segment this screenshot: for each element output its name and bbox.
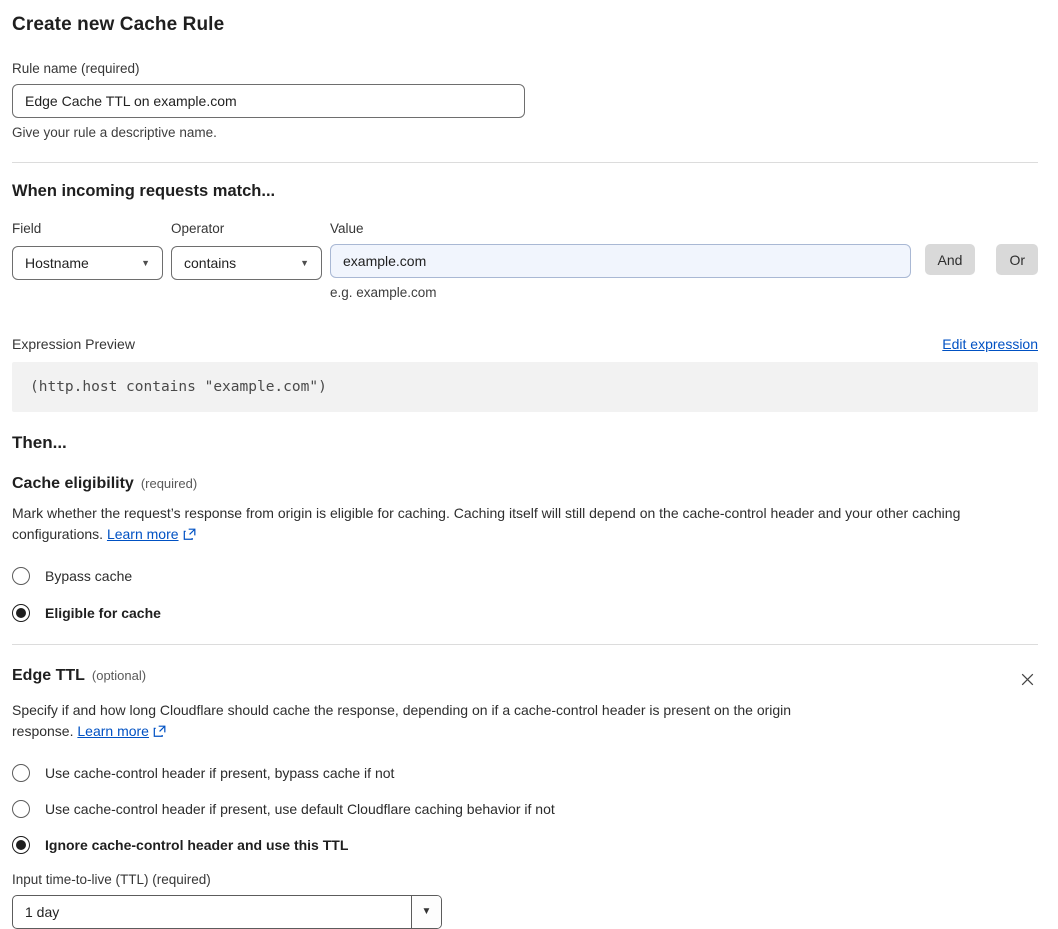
and-or-buttons: And Or xyxy=(924,221,1038,275)
external-link-icon xyxy=(153,723,167,744)
value-column: Value e.g. example.com xyxy=(330,221,911,300)
radio-icon xyxy=(12,604,30,622)
field-select[interactable]: Hostname ▼ xyxy=(12,246,163,280)
learn-more-link[interactable]: Learn more xyxy=(77,723,149,739)
ttl-label: Input time-to-live (TTL) (required) xyxy=(12,872,211,887)
rule-name-group: Rule name (required) Give your rule a de… xyxy=(12,61,1038,140)
edit-expression-link[interactable]: Edit expression xyxy=(942,336,1038,352)
field-column: Field Hostname ▼ xyxy=(12,221,163,280)
radio-option-label: Ignore cache-control header and use this… xyxy=(45,837,349,853)
rule-name-label: Rule name (required) xyxy=(12,61,140,76)
external-link-icon xyxy=(183,526,197,547)
radio-option[interactable]: Bypass cache xyxy=(12,567,1038,585)
page-title: Create new Cache Rule xyxy=(12,14,225,35)
matcher-row: Field Hostname ▼ Operator contains ▼ Val… xyxy=(12,221,1038,300)
and-button[interactable]: And xyxy=(924,244,976,275)
chevron-down-icon: ▼ xyxy=(411,896,441,928)
create-cache-rule-form: Create new Cache Rule Rule name (require… xyxy=(0,0,1058,929)
radio-option[interactable]: Ignore cache-control header and use this… xyxy=(12,836,1038,854)
cache-eligibility-description: Mark whether the request’s response from… xyxy=(12,503,1024,547)
optional-badge: (optional) xyxy=(91,668,147,683)
rule-name-input[interactable] xyxy=(12,84,525,118)
then-heading: Then... xyxy=(12,433,67,452)
or-button[interactable]: Or xyxy=(996,244,1038,275)
value-input[interactable] xyxy=(330,244,911,278)
radio-option-label: Use cache-control header if present, use… xyxy=(45,801,555,817)
ttl-select[interactable]: 1 day ▼ xyxy=(12,895,442,929)
field-label: Field xyxy=(12,221,42,236)
ttl-select-value: 1 day xyxy=(25,904,60,920)
radio-icon xyxy=(12,764,30,782)
value-label: Value xyxy=(330,221,364,236)
operator-select[interactable]: contains ▼ xyxy=(171,246,322,280)
radio-option-label: Use cache-control header if present, byp… xyxy=(45,765,395,781)
divider xyxy=(12,644,1038,645)
operator-select-value: contains xyxy=(184,255,237,271)
divider xyxy=(12,162,1038,163)
edge-ttl-header: Edge TTL (optional) xyxy=(12,667,1038,690)
radio-option-label: Eligible for cache xyxy=(45,605,161,621)
cache-eligibility-options: Bypass cache Eligible for cache xyxy=(12,567,1038,622)
radio-option-label: Bypass cache xyxy=(45,568,133,584)
expression-code: (http.host contains "example.com") xyxy=(12,362,1038,412)
radio-option[interactable]: Use cache-control header if present, byp… xyxy=(12,764,1038,782)
radio-icon xyxy=(12,567,30,585)
expression-header: Expression Preview Edit expression xyxy=(12,336,1038,352)
field-select-value: Hostname xyxy=(25,255,89,271)
radio-option[interactable]: Use cache-control header if present, use… xyxy=(12,800,1038,818)
radio-icon xyxy=(12,800,30,818)
operator-label: Operator xyxy=(171,221,225,236)
chevron-down-icon: ▼ xyxy=(300,257,309,268)
cache-eligibility-header: Cache eligibility (required) xyxy=(12,475,1038,493)
radio-icon xyxy=(12,836,30,854)
ttl-group: Input time-to-live (TTL) (required) 1 da… xyxy=(12,872,1038,929)
value-help: e.g. example.com xyxy=(330,285,437,300)
edge-ttl-section: Edge TTL (optional) Specify if and how l… xyxy=(12,667,1038,929)
edge-ttl-description: Specify if and how long Cloudflare shoul… xyxy=(12,700,850,744)
cache-eligibility-title: Cache eligibility xyxy=(12,475,134,492)
expression-preview-label: Expression Preview xyxy=(12,336,135,352)
operator-column: Operator contains ▼ xyxy=(171,221,322,280)
match-heading: When incoming requests match... xyxy=(12,182,276,200)
edge-ttl-title: Edge TTL xyxy=(12,667,85,684)
rule-name-help: Give your rule a descriptive name. xyxy=(12,125,217,140)
learn-more-link[interactable]: Learn more xyxy=(107,526,179,542)
close-edge-ttl-button[interactable] xyxy=(1017,669,1038,690)
cache-eligibility-section: Cache eligibility (required) Mark whethe… xyxy=(12,475,1038,622)
edge-ttl-options: Use cache-control header if present, byp… xyxy=(12,764,1038,854)
required-badge: (required) xyxy=(140,476,198,491)
radio-option[interactable]: Eligible for cache xyxy=(12,604,1038,622)
chevron-down-icon: ▼ xyxy=(141,257,150,268)
close-icon xyxy=(1019,673,1036,691)
